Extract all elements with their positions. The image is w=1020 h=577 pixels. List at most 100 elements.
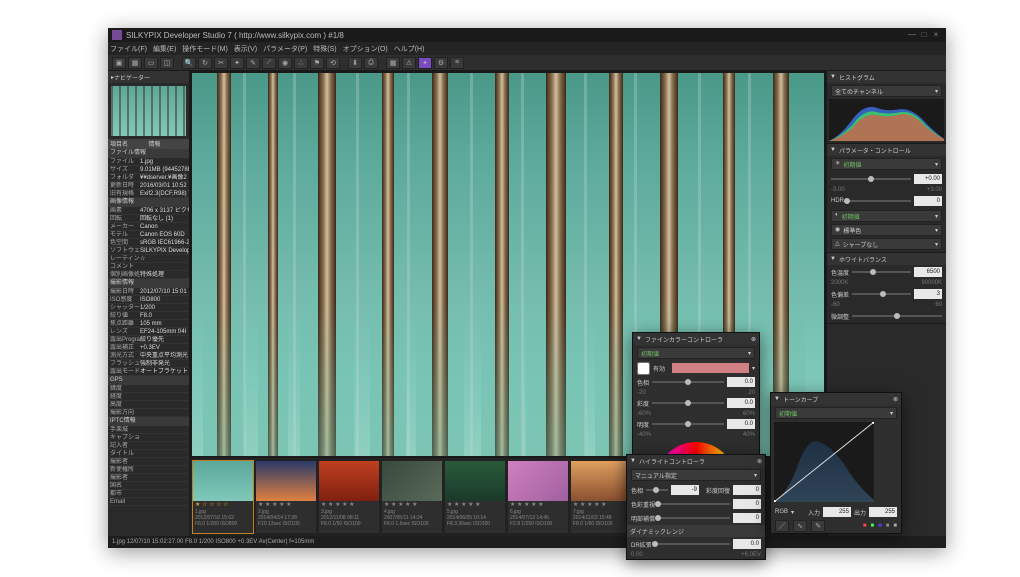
tool-zoom-icon[interactable]: 🔍 bbox=[182, 57, 196, 69]
thumbnail[interactable]: ★ ★ ★ ★ ★4.jpg2007/05/11 14:24F8.0 1.6se… bbox=[382, 461, 442, 533]
titlebar[interactable]: SILKYPIX Developer Studio 7 ( http://www… bbox=[108, 28, 946, 42]
menubar: ファイル(F) 編集(E) 操作モード(M) 表示(V) パラメータ(P) 特殊… bbox=[108, 42, 946, 55]
finecolor-hue-slider[interactable] bbox=[652, 381, 724, 383]
param-control-panel: ▼ パラメータ・コントロール ☀初期値 ▾ +0.00 -3.00+3.00 H… bbox=[827, 144, 946, 253]
tool-combo-icon[interactable]: ◫ bbox=[160, 57, 174, 69]
micro-slider[interactable] bbox=[852, 315, 942, 317]
finecolor-enable-checkbox[interactable] bbox=[637, 362, 650, 375]
colortemp-value[interactable]: 6500 bbox=[914, 267, 942, 277]
tool-warning-icon[interactable]: ⚠ bbox=[402, 57, 416, 69]
tool-print-icon[interactable]: ⎙ bbox=[364, 57, 378, 69]
maximize-button[interactable]: □ bbox=[918, 30, 930, 40]
tool-export-icon[interactable]: ⬇ bbox=[348, 57, 362, 69]
exposure-preset-select[interactable]: ☀初期値 ▾ bbox=[831, 158, 942, 170]
tool-develop-icon[interactable]: ✦ bbox=[418, 57, 432, 69]
info-row: モデルCanon EOS 60D bbox=[108, 231, 189, 239]
dr-slider[interactable] bbox=[655, 543, 730, 545]
info-row: 焦点距離105 mm bbox=[108, 320, 189, 328]
thumbnail[interactable]: ★ ★ ★ ★ ★3.jpg2012/11/08 08:11F8.0 1/50 … bbox=[319, 461, 379, 533]
tint-value[interactable]: 3 bbox=[914, 289, 942, 299]
finecolor-sat-slider[interactable] bbox=[652, 402, 724, 404]
hl-hue-slider[interactable] bbox=[646, 489, 668, 491]
chevron-down-icon: ▾ bbox=[935, 241, 938, 248]
chevron-down-icon: ▼ bbox=[830, 256, 836, 262]
minimize-button[interactable]: — bbox=[906, 30, 918, 40]
tone-curve-editor[interactable] bbox=[774, 422, 874, 502]
exposure-slider[interactable] bbox=[831, 178, 911, 180]
saturation-preset-select[interactable]: ◉標準色▾ bbox=[831, 224, 942, 236]
exposure-value[interactable]: +0.00 bbox=[914, 174, 942, 184]
finecolor-light-slider[interactable] bbox=[652, 423, 724, 425]
curve-free-icon[interactable]: ✎ bbox=[811, 520, 825, 532]
menu-edit[interactable]: 編集(E) bbox=[153, 44, 176, 54]
menu-option[interactable]: オプション(O) bbox=[343, 44, 388, 54]
whitebalance-header[interactable]: ▼ ホワイトバランス bbox=[827, 253, 946, 265]
saturation-icon: ◉ bbox=[835, 226, 840, 235]
tool-settings-icon[interactable]: ⚙ bbox=[434, 57, 448, 69]
color-swatch[interactable] bbox=[672, 363, 749, 373]
pin-icon[interactable]: ⊗ bbox=[757, 458, 762, 465]
chevron-down-icon: ▾ bbox=[791, 509, 794, 516]
thumbnail[interactable]: ★ ★ ★ ★ ★5.jpg2014/06/05 10:14F8.3 30sec… bbox=[445, 461, 505, 533]
hl-chroma-slider[interactable] bbox=[658, 503, 730, 505]
histogram-mode-select[interactable]: 全てのチャンネル▾ bbox=[831, 85, 942, 97]
info-row: フラッシュ強制非発光 bbox=[108, 360, 189, 368]
thumbnail[interactable]: ★ ★ ★ ★ ★6.jpg2014/07/13 14:45F2.8 1/250… bbox=[508, 461, 568, 533]
curve-line-icon[interactable]: ／ bbox=[775, 520, 789, 532]
info-row: 高度 bbox=[108, 401, 189, 409]
menu-file[interactable]: ファイル(F) bbox=[110, 44, 147, 54]
menu-view[interactable]: 表示(V) bbox=[234, 44, 257, 54]
tool-rotate-icon[interactable]: ↻ bbox=[198, 57, 212, 69]
menu-help[interactable]: ヘルプ(H) bbox=[394, 44, 425, 54]
tint-slider[interactable] bbox=[852, 293, 911, 295]
sharpness-preset-select[interactable]: △シャープなし▾ bbox=[831, 238, 942, 250]
menu-mode[interactable]: 操作モード(M) bbox=[182, 44, 228, 54]
navigator-header[interactable]: ▸ ナビゲーター bbox=[108, 71, 189, 83]
hl-bright-slider[interactable] bbox=[658, 517, 730, 519]
tonecurve-panel[interactable]: ▼トーンカーブ⊗ 初期値▾ RGB▾ 入力255 出力255 ／ ∿ ✎ ■■■… bbox=[770, 392, 902, 534]
hdr-slider[interactable] bbox=[847, 200, 911, 202]
highlight-mode-select[interactable]: マニュアル指定▾ bbox=[631, 469, 761, 481]
tool-dust-icon[interactable]: ∴ bbox=[294, 57, 308, 69]
colortemp-slider[interactable] bbox=[852, 271, 911, 273]
pin-icon[interactable]: ⊗ bbox=[751, 336, 756, 343]
chevron-down-icon: ▾ bbox=[890, 410, 893, 417]
thumbnail[interactable]: ★ ★ ★ ★ ★2.jpg2014/04/14 17:28F10 13sec … bbox=[256, 461, 316, 533]
contrast-preset-select[interactable]: ◐初期値▾ bbox=[831, 210, 942, 222]
info-header: 項目名 情報 bbox=[108, 139, 189, 149]
tool-thumb-icon[interactable]: ▦ bbox=[128, 57, 142, 69]
tool-crop-icon[interactable]: ✂ bbox=[214, 57, 228, 69]
thumbnail[interactable]: ★ ☆ ☆ ☆ ☆1.jpg2012/07/10 15:02F8.0 1/200… bbox=[193, 461, 253, 533]
histogram-display bbox=[829, 99, 944, 141]
tool-brush-icon[interactable]: ✎ bbox=[246, 57, 260, 69]
finecolor-preset-select[interactable]: 初期値▾ bbox=[637, 347, 755, 359]
menu-special[interactable]: 特殊(S) bbox=[313, 44, 336, 54]
info-row: キャプション bbox=[108, 434, 189, 442]
tool-clone-icon[interactable]: ◉ bbox=[278, 57, 292, 69]
hdr-value[interactable]: 0 bbox=[914, 196, 942, 206]
navigator-thumbnail[interactable] bbox=[111, 86, 186, 136]
highlight-panel[interactable]: ▼ハイライトコントローラ⊗ マニュアル指定▾ 色相-9彩度回復0 色彩重視0 明… bbox=[626, 454, 766, 560]
tool-preview-icon[interactable]: ▭ bbox=[144, 57, 158, 69]
tool-wand-icon[interactable]: ✦ bbox=[230, 57, 244, 69]
histogram-header[interactable]: ▼ ヒストグラム bbox=[827, 71, 946, 83]
tonecurve-preset-select[interactable]: 初期値▾ bbox=[775, 407, 897, 419]
info-row: 撮影日時2012/07/10 15:01 bbox=[108, 288, 189, 296]
tool-folder-icon[interactable]: ▣ bbox=[112, 57, 126, 69]
tool-history-icon[interactable]: ⟲ bbox=[326, 57, 340, 69]
param-control-header[interactable]: ▼ パラメータ・コントロール bbox=[827, 144, 946, 156]
channel-select[interactable]: RGB bbox=[775, 509, 788, 515]
tool-dropper-icon[interactable]: ⟋ bbox=[262, 57, 276, 69]
close-button[interactable]: × bbox=[930, 30, 942, 40]
tool-grid-icon[interactable]: ▦ bbox=[386, 57, 400, 69]
pin-icon[interactable]: ⊗ bbox=[893, 396, 898, 403]
menu-parameter[interactable]: パラメータ(P) bbox=[263, 44, 307, 54]
tool-batch-icon[interactable]: ≡ bbox=[450, 57, 464, 69]
info-row: 絞り値F8.0 bbox=[108, 312, 189, 320]
info-row: 新使権所 bbox=[108, 466, 189, 474]
chevron-down-icon: ▼ bbox=[830, 74, 836, 80]
tool-flag-icon[interactable]: ⚑ bbox=[310, 57, 324, 69]
info-row: 手楽城 bbox=[108, 426, 189, 434]
thumbnail[interactable]: ★ ★ ★ ★ ★7.jpg2014/11/03 15:48F8.0 1/60 … bbox=[571, 461, 631, 533]
curve-spline-icon[interactable]: ∿ bbox=[793, 520, 807, 532]
